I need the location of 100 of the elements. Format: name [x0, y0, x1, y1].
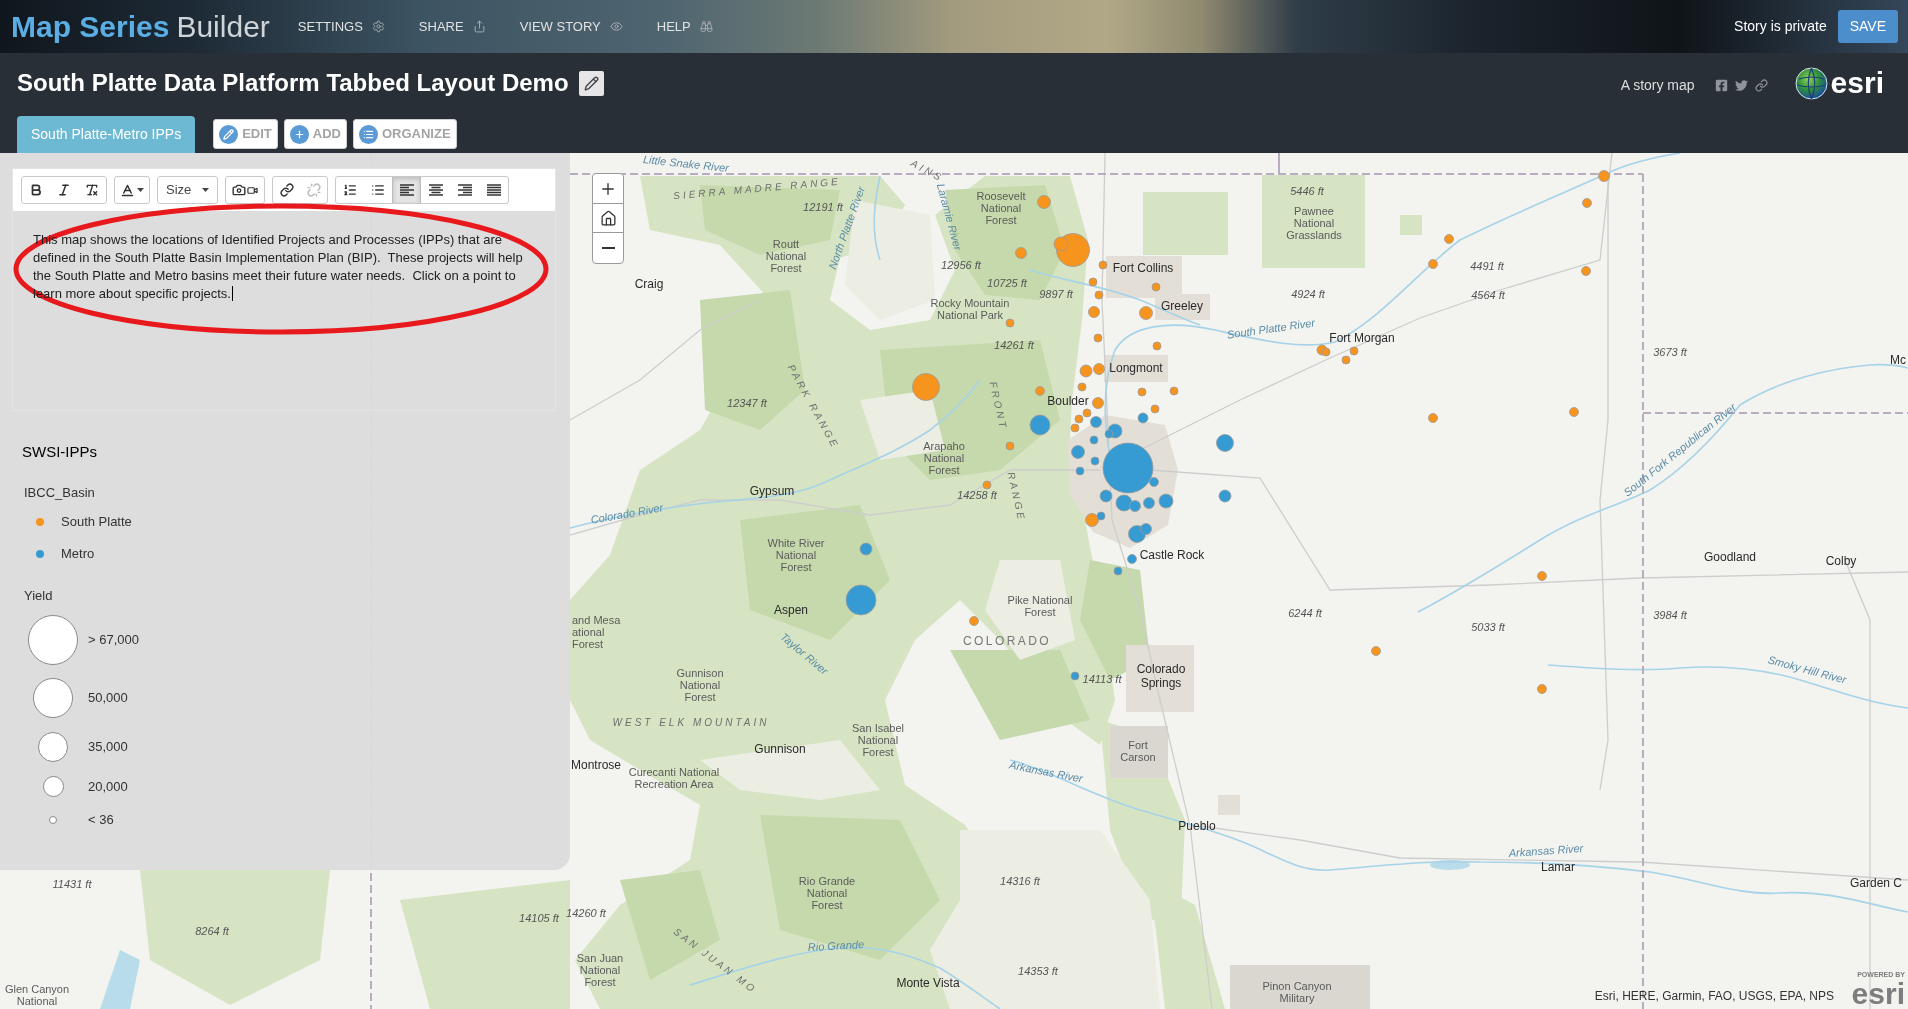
map-point-marker[interactable] — [1137, 412, 1149, 424]
map-point-marker[interactable] — [1569, 407, 1579, 417]
map-point-marker[interactable] — [1581, 266, 1591, 276]
map-point-marker[interactable] — [1218, 489, 1232, 503]
menu-item[interactable]: SETTINGS — [297, 16, 385, 37]
map-point-marker[interactable] — [1015, 247, 1027, 259]
map-point-marker[interactable] — [1537, 684, 1547, 694]
map-point-marker[interactable] — [1088, 277, 1098, 287]
map-point-marker[interactable] — [1005, 318, 1015, 328]
area-label: Roosevelt National Forest — [976, 190, 1026, 226]
save-button[interactable]: SAVE — [1837, 10, 1898, 43]
city-label: Monte Vista — [896, 976, 960, 990]
city-label: Mc — [1890, 353, 1906, 367]
edit-title-button[interactable] — [578, 70, 604, 96]
map-point-marker[interactable] — [1079, 364, 1093, 378]
home-icon — [599, 209, 617, 227]
map-point-marker[interactable] — [912, 373, 940, 401]
story-action-button[interactable]: ADD — [283, 119, 347, 149]
map-point-marker[interactable] — [1102, 442, 1154, 494]
map-point-marker[interactable] — [1070, 423, 1080, 433]
map-point-marker[interactable] — [969, 616, 979, 626]
menu-item[interactable]: SHARE — [418, 16, 486, 37]
map-point-marker[interactable] — [1082, 408, 1092, 418]
map-point-marker[interactable] — [1321, 347, 1331, 357]
map-point-marker[interactable] — [1137, 387, 1147, 397]
minus-icon — [601, 247, 615, 249]
font-size-dropdown[interactable]: Size — [157, 176, 218, 204]
elevation-label: 14260 ft — [566, 906, 606, 920]
menu-item[interactable]: VIEW STORY — [519, 16, 623, 37]
map-point-marker[interactable] — [1070, 671, 1080, 681]
map-point-marker[interactable] — [1129, 500, 1141, 512]
insert-media-button[interactable] — [225, 176, 265, 204]
map-point-marker[interactable] — [1096, 511, 1106, 521]
map-point-marker[interactable] — [1140, 523, 1152, 535]
map-point-marker[interactable] — [1104, 429, 1114, 439]
story-action-button[interactable]: EDIT — [213, 119, 278, 149]
map-point-marker[interactable] — [1053, 236, 1069, 252]
elevation-label: 14316 ft — [1000, 874, 1040, 888]
map-point-marker[interactable] — [1169, 386, 1179, 396]
map-point-marker[interactable] — [1098, 260, 1108, 270]
map-point-marker[interactable] — [982, 480, 992, 490]
align-button[interactable] — [392, 177, 421, 203]
map-point-marker[interactable] — [1085, 513, 1099, 527]
story-action-button[interactable]: ORGANIZE — [353, 119, 457, 149]
text-color-button[interactable] — [114, 176, 150, 204]
map-point-marker[interactable] — [1071, 445, 1085, 459]
map-point-marker[interactable] — [1598, 170, 1610, 182]
elevation-label: 14258 ft — [957, 488, 997, 502]
camera-icon — [232, 183, 246, 197]
legend-category-label: Metro — [61, 545, 95, 564]
map-point-marker[interactable] — [1444, 234, 1454, 244]
map-point-marker[interactable] — [1088, 306, 1100, 318]
map-point-marker[interactable] — [1341, 355, 1351, 365]
map-point-marker[interactable] — [1349, 346, 1359, 356]
city-label: Greeley — [1161, 299, 1203, 313]
map-point-marker[interactable] — [1371, 646, 1381, 656]
map-point-marker[interactable] — [1035, 386, 1045, 396]
menu-item[interactable]: HELP — [656, 16, 713, 37]
map-point-marker[interactable] — [1428, 259, 1438, 269]
text-editor[interactable] — [12, 168, 556, 411]
map-point-marker[interactable] — [1074, 414, 1084, 424]
river-label: Arkansas River — [1008, 758, 1084, 786]
map-point-marker[interactable] — [859, 542, 873, 556]
map-point-marker[interactable] — [1216, 434, 1234, 452]
map-point-marker[interactable] — [845, 584, 877, 616]
map-point-marker[interactable] — [1143, 497, 1155, 509]
map-point-marker[interactable] — [1093, 333, 1103, 343]
elevation-label: 3673 ft — [1653, 345, 1687, 359]
map-point-marker[interactable] — [1092, 397, 1104, 409]
caret-icon — [137, 188, 144, 192]
map-point-marker[interactable] — [1037, 195, 1051, 209]
twitter-icon[interactable] — [1733, 79, 1749, 92]
map-point-marker[interactable] — [1089, 435, 1099, 445]
link-icon[interactable] — [1754, 79, 1768, 92]
facebook-icon[interactable] — [1714, 79, 1728, 92]
elevation-label: 12956 ft — [941, 258, 981, 272]
map-point-marker[interactable] — [1094, 290, 1104, 300]
range-label: SIERRA MADRE RANGE — [672, 175, 842, 203]
map-point-marker[interactable] — [1113, 566, 1123, 576]
map-point-marker[interactable] — [1127, 554, 1137, 564]
map-point-marker[interactable] — [1090, 456, 1100, 466]
map-point-marker[interactable] — [1005, 441, 1015, 451]
map-point-marker[interactable] — [1090, 416, 1102, 428]
map-point-marker[interactable] — [1099, 489, 1113, 503]
city-label: Fort Morgan — [1329, 331, 1395, 345]
map-point-marker[interactable] — [1093, 363, 1105, 375]
map-point-marker[interactable] — [1158, 493, 1174, 509]
map-point-marker[interactable] — [1029, 414, 1051, 436]
map-point-marker[interactable] — [1151, 282, 1161, 292]
map-point-marker[interactable] — [1115, 494, 1133, 512]
map-point-marker[interactable] — [1537, 571, 1547, 581]
map-point-marker[interactable] — [1077, 382, 1087, 392]
map-point-marker[interactable] — [1152, 341, 1162, 351]
city-label: Colorado Springs — [1136, 662, 1186, 690]
map-point-marker[interactable] — [1149, 477, 1159, 487]
map-point-marker[interactable] — [1428, 413, 1438, 423]
map-point-marker[interactable] — [1139, 306, 1153, 320]
map-point-marker[interactable] — [1075, 466, 1085, 476]
map-point-marker[interactable] — [1582, 198, 1592, 208]
map-point-marker[interactable] — [1150, 404, 1160, 414]
